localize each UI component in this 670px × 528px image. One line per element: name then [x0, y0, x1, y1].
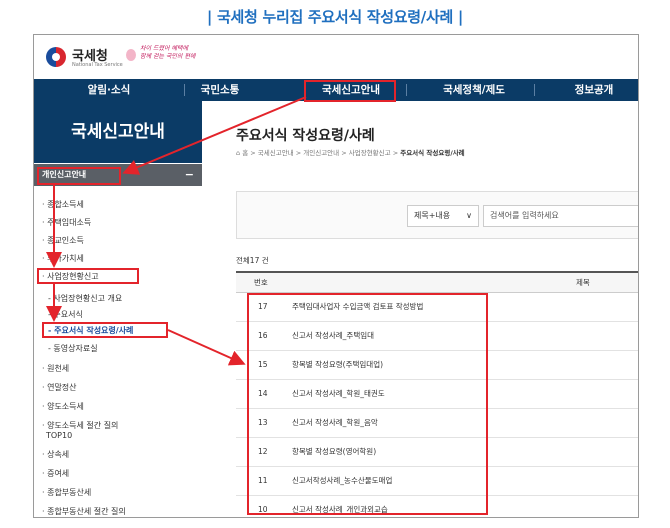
figure-caption: | 국세청 누리집 주요서식 작성요령/사례 | — [206, 8, 464, 26]
arrow-guides-to-list — [167, 329, 246, 366]
annotation-arrows — [46, 96, 307, 366]
browser-screenshot: 국세청 National Tax Service 차이 드렸어 혜택에 함께 걷… — [33, 34, 639, 518]
arrow-nav-to-section — [122, 96, 307, 175]
